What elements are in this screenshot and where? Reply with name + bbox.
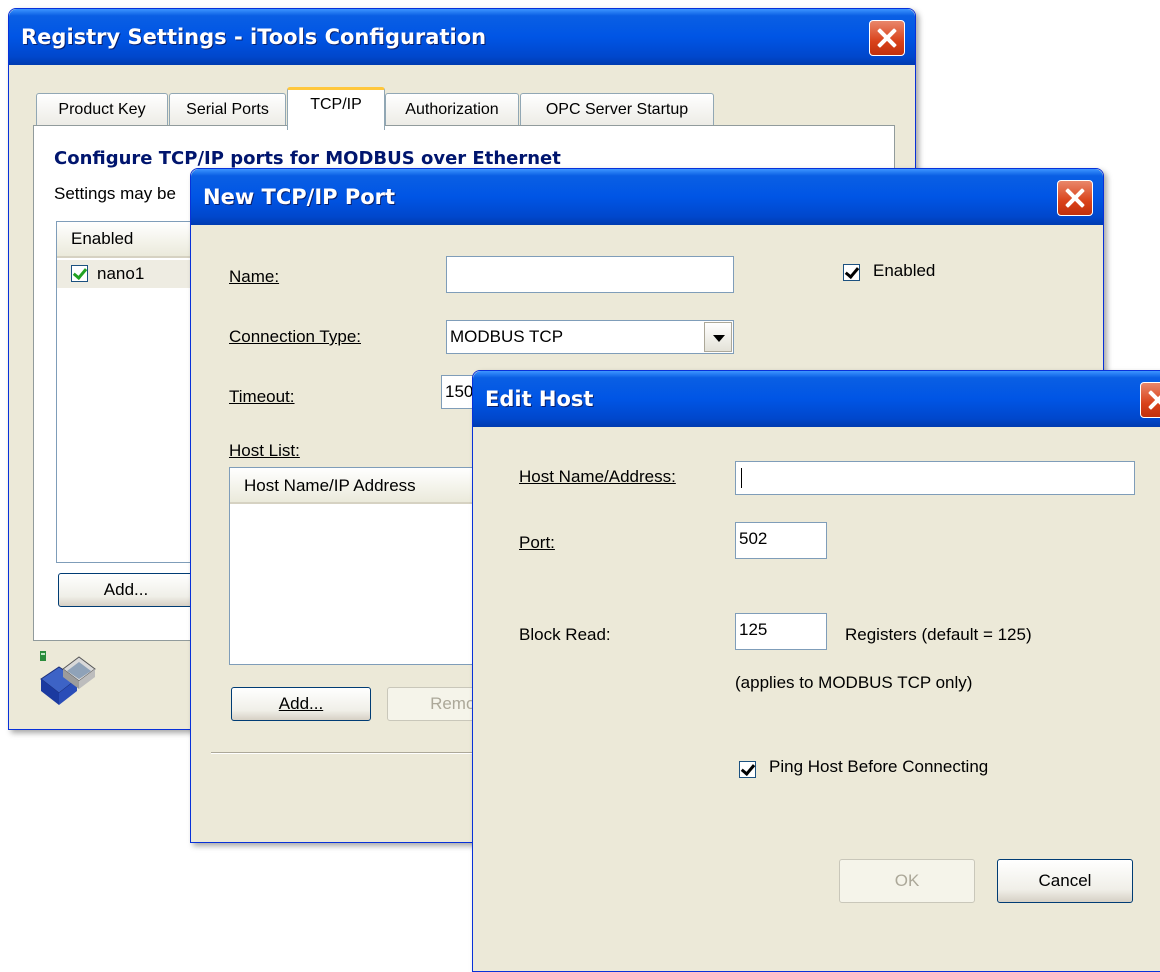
connection-type-label-text: Connection Type:: [229, 327, 361, 346]
name-label-text: Name:: [229, 267, 280, 286]
ok-button[interactable]: OK: [839, 859, 975, 903]
port-label-text: Port:: [519, 533, 555, 552]
tab-product-key[interactable]: Product Key: [36, 93, 168, 126]
port-label: Port:: [519, 533, 555, 553]
tab-tcpip[interactable]: TCP/IP: [287, 87, 385, 130]
settings-info-text: Settings may be: [54, 184, 176, 203]
host-address-label: Host Name/Address:: [519, 467, 676, 487]
timeout-label: Timeout:: [229, 387, 295, 407]
tab-label: Product Key: [58, 101, 146, 118]
host-address-label-text: Host Name/Address:: [519, 467, 676, 486]
tab-label: Authorization: [405, 101, 499, 118]
header-enabled: Enabled: [71, 229, 134, 248]
text-cursor: [741, 468, 742, 488]
host-list-label: Host List:: [229, 441, 300, 461]
close-icon[interactable]: [1140, 382, 1160, 418]
tab-label: Serial Ports: [186, 101, 269, 118]
connection-type-label: Connection Type:: [229, 327, 361, 347]
port-input[interactable]: 502: [735, 522, 827, 559]
enabled-checkbox[interactable]: [71, 265, 88, 282]
timeout-label-text: Timeout:: [229, 387, 295, 406]
enabled-label: Enabled: [873, 261, 936, 280]
host-address-input[interactable]: [735, 461, 1135, 495]
ping-checkbox[interactable]: [739, 761, 756, 778]
host-list-label-text: Host List:: [229, 441, 300, 460]
block-read-label: Block Read:: [519, 625, 611, 644]
tab-label: TCP/IP: [310, 96, 362, 113]
panel-heading: Configure TCP/IP ports for MODBUS over E…: [54, 148, 561, 169]
close-icon[interactable]: [869, 20, 905, 56]
edit-host-titlebar[interactable]: Edit Host: [473, 371, 1160, 427]
ping-label: Ping Host Before Connecting: [769, 757, 989, 776]
name-label: Name:: [229, 267, 279, 287]
dropdown-button[interactable]: [704, 322, 732, 352]
registers-note: Registers (default = 125): [845, 625, 1032, 644]
registry-titlebar[interactable]: Registry Settings - iTools Configuration: [9, 9, 915, 65]
add-host-button[interactable]: Add...: [231, 687, 371, 721]
button-label: Add...: [103, 580, 149, 599]
edit-host-window: Edit Host Host Name/Address: Port: 502 B…: [472, 370, 1160, 972]
close-icon[interactable]: [1057, 180, 1093, 216]
registry-title: Registry Settings - iTools Configuration: [21, 25, 487, 49]
name-input[interactable]: [446, 256, 734, 293]
connection-type-select[interactable]: MODBUS TCP: [446, 320, 734, 354]
button-label: Add...: [278, 694, 324, 713]
button-label: OK: [894, 871, 920, 890]
block-read-input[interactable]: 125: [735, 613, 827, 650]
enabled-checkbox[interactable]: [843, 264, 860, 281]
button-label: Cancel: [1038, 871, 1092, 890]
connection-type-value: MODBUS TCP: [450, 327, 564, 346]
tab-authorization[interactable]: Authorization: [385, 93, 519, 126]
network-computer-icon: [40, 651, 96, 705]
new-port-title: New TCP/IP Port: [203, 185, 396, 209]
header-host-name: Host Name/IP Address: [244, 476, 416, 495]
edit-host-title: Edit Host: [485, 387, 594, 411]
chevron-down-icon: [713, 335, 725, 342]
new-port-titlebar[interactable]: New TCP/IP Port: [191, 169, 1103, 225]
add-port-button[interactable]: Add...: [58, 573, 194, 607]
applies-note: (applies to MODBUS TCP only): [735, 673, 973, 692]
tab-opc-server-startup[interactable]: OPC Server Startup: [520, 93, 714, 126]
port-name: nano1: [97, 264, 145, 283]
tab-label: OPC Server Startup: [545, 101, 689, 118]
tab-serial-ports[interactable]: Serial Ports: [169, 93, 286, 126]
cancel-button[interactable]: Cancel: [997, 859, 1133, 903]
